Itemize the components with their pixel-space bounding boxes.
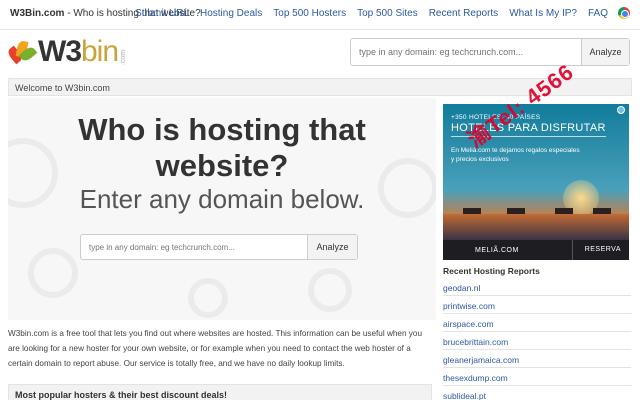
brand-name[interactable]: W3Bin.com: [10, 8, 64, 19]
nav-links: Submit URL Hosting Deals Top 500 Hosters…: [124, 7, 630, 20]
recent-report-item[interactable]: geodan.nl: [443, 278, 631, 296]
chrome-icon[interactable]: [618, 7, 630, 19]
recent-report-item[interactable]: thesexdump.com: [443, 368, 631, 386]
hero-search: Analyze: [80, 234, 358, 260]
recent-report-item[interactable]: sublideal.pt: [443, 386, 631, 400]
nav-top-500-hosters[interactable]: Top 500 Hosters: [273, 8, 346, 20]
site-logo[interactable]: W3bin .com: [6, 35, 131, 69]
top-nav: W3Bin.com - Who is hosting that website?…: [0, 0, 640, 30]
recent-report-item[interactable]: gleanerjamaica.com: [443, 350, 631, 368]
hero-search-input[interactable]: [81, 235, 307, 259]
ad-brand: MELIÃ.COM: [475, 246, 519, 254]
ad-info-icon[interactable]: [617, 106, 625, 114]
nav-hosting-deals[interactable]: Hosting Deals: [200, 8, 262, 20]
hero-title: Who is hosting that website?: [78, 112, 366, 183]
header-analyze-button[interactable]: Analyze: [581, 39, 629, 65]
logo-dotcom: .com: [120, 49, 128, 65]
leaf-logo-icon: [6, 39, 38, 65]
header-search-input[interactable]: [351, 39, 581, 65]
nav-submit-url[interactable]: Submit URL: [135, 8, 189, 20]
ad-footer: MELIÃ.COM RESERVA: [443, 240, 629, 260]
recent-reports-title: Recent Hosting Reports: [443, 266, 540, 276]
header-search: Analyze: [350, 38, 630, 66]
recent-reports-list: geodan.nl printwise.com airspace.com bru…: [443, 278, 631, 400]
nav-what-is-my-ip[interactable]: What Is My IP?: [509, 8, 577, 20]
recent-report-item[interactable]: printwise.com: [443, 296, 631, 314]
site-description: W3bin.com is a free tool that lets you f…: [8, 329, 422, 368]
recent-report-item[interactable]: brucebrittain.com: [443, 332, 631, 350]
water-image: [443, 214, 629, 240]
ad-body: En Meliá.com te dejamos regalos especial…: [451, 147, 580, 163]
nav-recent-reports[interactable]: Recent Reports: [429, 8, 498, 20]
hero-analyze-button[interactable]: Analyze: [307, 235, 357, 259]
hero-section: Who is hosting that website? Enter any d…: [8, 98, 436, 320]
deals-heading: Most popular hosters & their best discou…: [8, 384, 432, 400]
recent-report-item[interactable]: airspace.com: [443, 314, 631, 332]
ad-reserve-button[interactable]: RESERVA: [571, 240, 621, 260]
hero-subtitle: Enter any domain below.: [79, 184, 365, 214]
logo-text: W3bin: [38, 35, 119, 68]
nav-faq[interactable]: FAQ: [588, 8, 608, 20]
nav-top-500-sites[interactable]: Top 500 Sites: [357, 8, 418, 20]
